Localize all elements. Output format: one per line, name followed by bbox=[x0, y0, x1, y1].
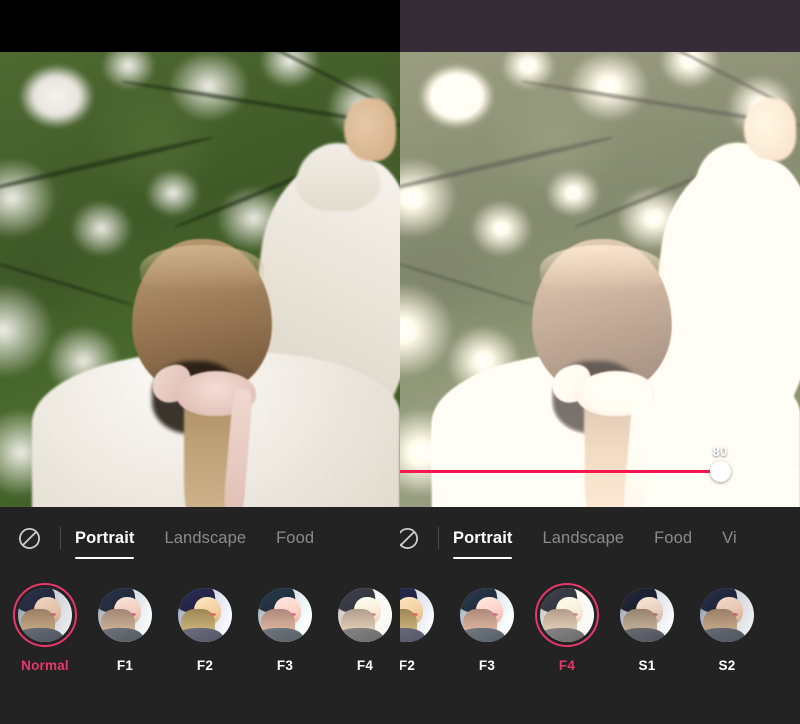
filter-thumbnail-ring bbox=[173, 583, 237, 647]
filter-thumbnail bbox=[540, 588, 594, 642]
filter-label: F3 bbox=[478, 658, 496, 673]
filter-editor-comparison: Portrait Landscape Food Normal F1 F2 F3 F4 bbox=[0, 0, 800, 724]
slider-thumb[interactable] bbox=[709, 461, 731, 482]
top-letterbox-bar-before bbox=[0, 0, 400, 52]
filter-thumbnail-image bbox=[338, 588, 392, 642]
filter-thumbnail bbox=[18, 588, 72, 642]
filter-item-f4[interactable]: F4 bbox=[332, 583, 398, 673]
filter-label: F4 bbox=[356, 658, 374, 673]
slider-fill bbox=[400, 470, 720, 473]
toolbar-divider bbox=[438, 527, 439, 549]
filter-item-normal[interactable]: Normal bbox=[12, 583, 78, 673]
thumb-shoulder bbox=[338, 627, 384, 642]
filter-thumbnail-ring bbox=[93, 583, 157, 647]
photo-preview bbox=[0, 52, 400, 507]
slider-value-label: 80 bbox=[712, 444, 728, 459]
filter-item-f1[interactable]: F1 bbox=[92, 583, 158, 673]
filter-label: S1 bbox=[638, 658, 656, 673]
filter-thumbnail bbox=[400, 588, 434, 642]
top-letterbox-bar-after bbox=[400, 0, 800, 52]
filter-thumbnail-image bbox=[178, 588, 232, 642]
thumb-shoulder bbox=[98, 627, 144, 642]
thumb-shoulder bbox=[178, 627, 224, 642]
filter-label: F1 bbox=[116, 658, 134, 673]
filter-thumbnail-ring bbox=[13, 583, 77, 647]
person-figure bbox=[400, 52, 800, 507]
filter-label: Normal bbox=[21, 658, 69, 673]
filter-thumbnail bbox=[98, 588, 152, 642]
filter-item-f3[interactable]: F3 bbox=[252, 583, 318, 673]
filter-thumbnail-ring bbox=[615, 583, 679, 647]
category-tabs: Portrait Landscape Food bbox=[75, 507, 400, 569]
category-tabs: Portrait Landscape Food Vi bbox=[453, 507, 800, 569]
filter-thumbnail bbox=[620, 588, 674, 642]
filter-thumbnail-ring bbox=[535, 583, 599, 647]
filter-item-f2[interactable]: F2 bbox=[172, 583, 238, 673]
no-filter-icon[interactable] bbox=[400, 523, 422, 553]
filter-thumbnail-strip[interactable]: Normal F1 F2 F3 F4 bbox=[0, 569, 400, 673]
thumb-shoulder bbox=[620, 627, 666, 642]
tab-vi[interactable]: Vi bbox=[722, 507, 737, 569]
filter-thumbnail-ring bbox=[695, 583, 759, 647]
thumb-shoulder bbox=[18, 627, 64, 642]
filter-item-s2[interactable]: S2 bbox=[694, 583, 760, 673]
filter-thumbnail-ring bbox=[253, 583, 317, 647]
filter-thumbnail bbox=[460, 588, 514, 642]
filter-thumbnail-image bbox=[540, 588, 594, 642]
filter-thumbnail-image bbox=[258, 588, 312, 642]
filter-label: F2 bbox=[400, 658, 416, 673]
filter-label: F2 bbox=[196, 658, 214, 673]
tab-portrait[interactable]: Portrait bbox=[75, 507, 135, 569]
filter-label: S2 bbox=[718, 658, 736, 673]
photo-stage[interactable] bbox=[0, 52, 400, 507]
toolbar-divider bbox=[60, 527, 61, 549]
tab-landscape[interactable]: Landscape bbox=[164, 507, 246, 569]
tab-landscape[interactable]: Landscape bbox=[542, 507, 624, 569]
filter-thumbnail-ring bbox=[455, 583, 519, 647]
filter-thumbnail-strip[interactable]: F2 F3 F4 S1 S2 bbox=[400, 569, 800, 673]
thumb-shoulder bbox=[700, 627, 746, 642]
filter-thumbnail-image bbox=[18, 588, 72, 642]
thumb-shoulder bbox=[540, 627, 586, 642]
filter-editor-tray: Portrait Landscape Food Vi F2 F3 F4 S1 S2 bbox=[400, 507, 800, 724]
filter-thumbnail-image bbox=[700, 588, 754, 642]
filter-thumbnail bbox=[258, 588, 312, 642]
tab-food[interactable]: Food bbox=[276, 507, 314, 569]
photo-stage[interactable]: 80 bbox=[400, 52, 800, 507]
filter-thumbnail-image bbox=[620, 588, 674, 642]
filter-editor-tray: Portrait Landscape Food Normal F1 F2 F3 F4 bbox=[0, 507, 400, 724]
person-figure bbox=[0, 52, 400, 507]
filter-thumbnail bbox=[700, 588, 754, 642]
hand bbox=[344, 97, 396, 162]
filter-item-f2[interactable]: F2 bbox=[400, 583, 440, 673]
category-tabbar: Portrait Landscape Food Vi bbox=[400, 507, 800, 569]
hand bbox=[744, 97, 796, 162]
filter-thumbnail-image bbox=[98, 588, 152, 642]
filter-thumbnail-ring bbox=[400, 583, 439, 647]
no-filter-icon[interactable] bbox=[14, 523, 44, 553]
tab-food[interactable]: Food bbox=[654, 507, 692, 569]
editor-panel-before: Portrait Landscape Food Normal F1 F2 F3 F4 bbox=[0, 0, 400, 724]
thumb-shoulder bbox=[460, 627, 506, 642]
thumb-shoulder bbox=[258, 627, 304, 642]
filter-thumbnail bbox=[178, 588, 232, 642]
filter-thumbnail-image bbox=[400, 588, 434, 642]
filter-label: F4 bbox=[558, 658, 576, 673]
category-tabbar: Portrait Landscape Food bbox=[0, 507, 400, 569]
filter-item-f3[interactable]: F3 bbox=[454, 583, 520, 673]
editor-panel-after: 80 Portrait Landscape Food Vi F2 F3 F4 S1 S2 bbox=[400, 0, 800, 724]
photo-preview bbox=[400, 52, 800, 507]
filter-thumbnail-image bbox=[460, 588, 514, 642]
filter-item-f4[interactable]: F4 bbox=[534, 583, 600, 673]
filter-thumbnail-ring bbox=[333, 583, 397, 647]
filter-label: F3 bbox=[276, 658, 294, 673]
intensity-slider[interactable]: 80 bbox=[400, 444, 800, 489]
tab-portrait[interactable]: Portrait bbox=[453, 507, 513, 569]
filter-item-s1[interactable]: S1 bbox=[614, 583, 680, 673]
filter-thumbnail bbox=[338, 588, 392, 642]
